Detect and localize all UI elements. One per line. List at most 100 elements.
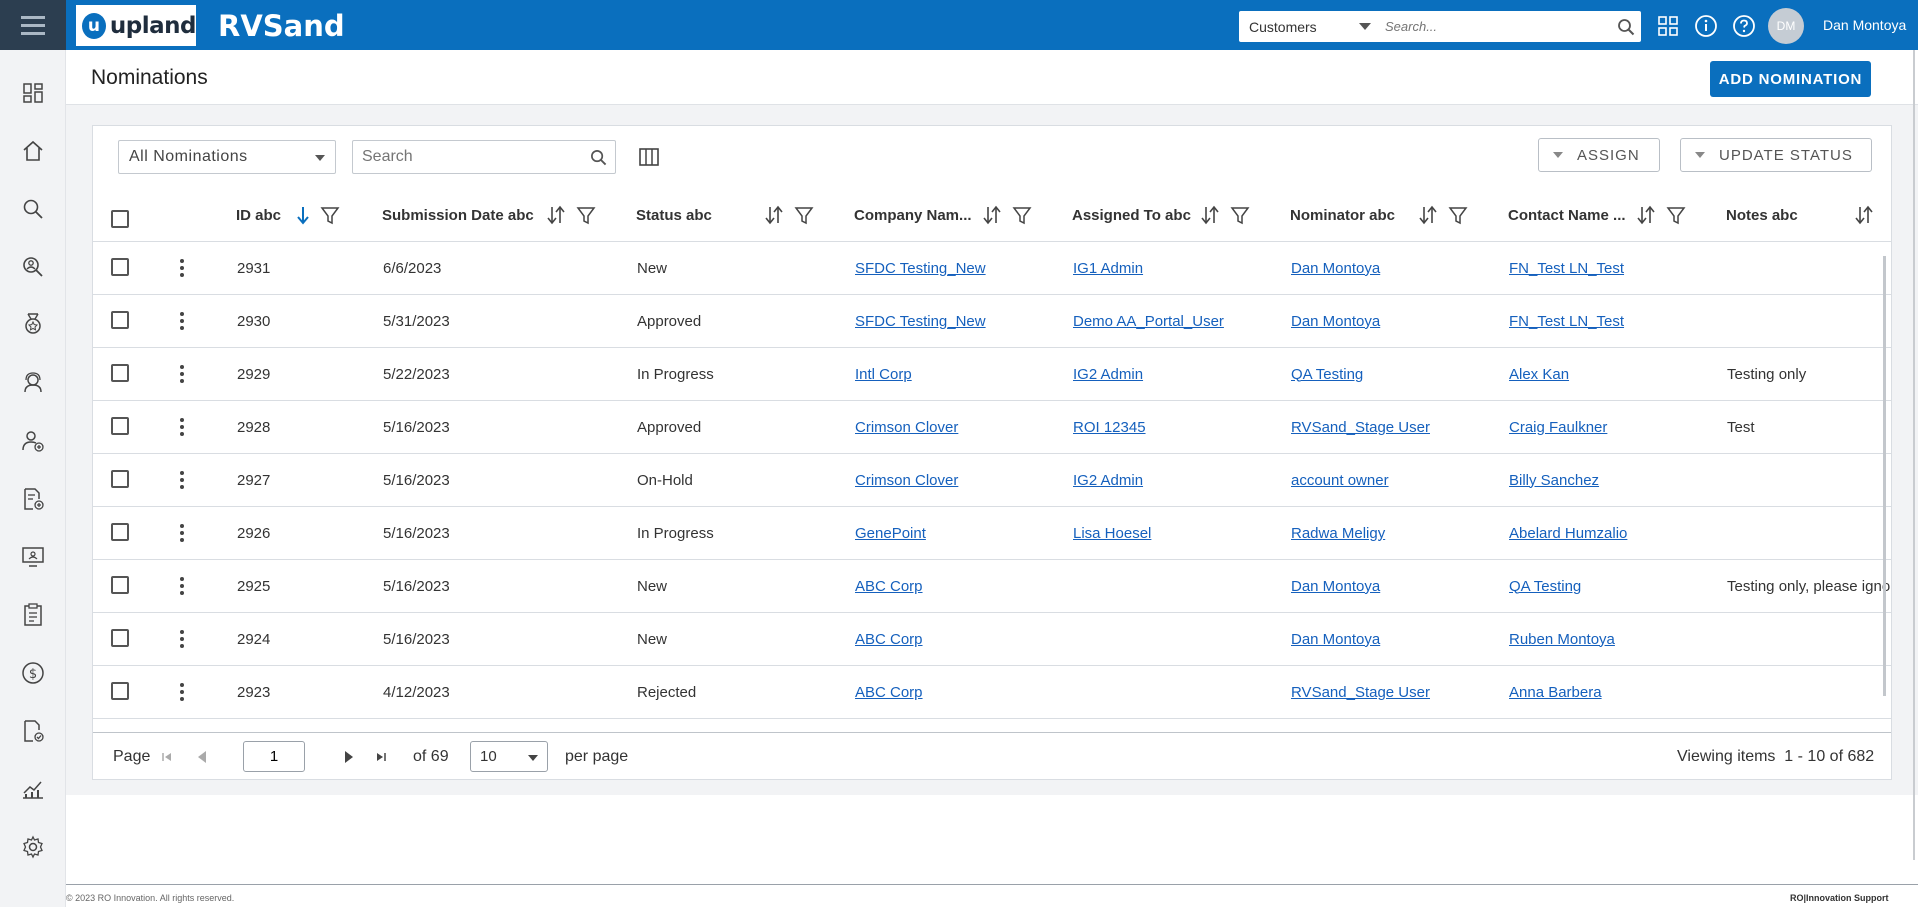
cell-nominator-link[interactable]: RVSand_Stage User: [1291, 419, 1430, 436]
filter-icon[interactable]: [794, 205, 814, 230]
search-scope-select[interactable]: Customers: [1239, 11, 1381, 42]
row-checkbox[interactable]: [111, 364, 129, 382]
search-icon[interactable]: [20, 196, 46, 222]
settings-gear-icon[interactable]: [20, 834, 46, 860]
cell-contact-link[interactable]: Craig Faulkner: [1509, 419, 1607, 436]
cell-contact-link[interactable]: Alex Kan: [1509, 366, 1569, 383]
filter-icon[interactable]: [320, 205, 340, 230]
column-header-notes[interactable]: Notes abc: [1726, 188, 1798, 242]
cell-nominator-link[interactable]: Radwa Meligy: [1291, 525, 1385, 542]
user-name[interactable]: Dan Montoya: [1823, 17, 1906, 33]
filter-icon[interactable]: [1230, 205, 1250, 230]
cell-company-link[interactable]: ABC Corp: [855, 578, 923, 595]
info-icon[interactable]: [1692, 12, 1720, 40]
grid-scrollbar[interactable]: [1883, 256, 1886, 696]
cell-nominator-link[interactable]: account owner: [1291, 472, 1389, 489]
column-header-nominator[interactable]: Nominator abc: [1290, 188, 1395, 242]
table-row[interactable]: 2930 5/31/2023 Approved SFDC Testing_New Dem…: [93, 295, 1891, 348]
cell-contact-link[interactable]: Billy Sanchez: [1509, 472, 1599, 489]
sort-icon[interactable]: [982, 205, 1002, 230]
page-scrollbar[interactable]: [1913, 50, 1915, 860]
cell-assigned-to-link[interactable]: IG2 Admin: [1073, 472, 1143, 489]
sort-descending-icon[interactable]: [296, 205, 310, 230]
column-header-submission-date[interactable]: Submission Date abc: [382, 188, 534, 242]
dashboard-icon[interactable]: [20, 80, 46, 106]
search-user-icon[interactable]: [20, 254, 46, 280]
filter-icon[interactable]: [576, 205, 596, 230]
cell-contact-link[interactable]: Abelard Humzalio: [1509, 525, 1627, 542]
table-row[interactable]: 2931 6/6/2023 New SFDC Testing_New IG1 Admin…: [93, 242, 1891, 295]
row-checkbox[interactable]: [111, 682, 129, 700]
row-checkbox[interactable]: [111, 470, 129, 488]
table-row[interactable]: 2929 5/22/2023 In Progress Intl Corp IG2 Adm…: [93, 348, 1891, 401]
cell-nominator-link[interactable]: Dan Montoya: [1291, 260, 1380, 277]
cell-nominator-link[interactable]: Dan Montoya: [1291, 313, 1380, 330]
row-actions-kebab-icon[interactable]: [176, 309, 188, 333]
dollar-icon[interactable]: $: [20, 660, 46, 686]
checklist-icon[interactable]: [20, 602, 46, 628]
table-row[interactable]: 2928 5/16/2023 Approved Crimson Clover ROI 1…: [93, 401, 1891, 454]
cell-assigned-to-link[interactable]: IG2 Admin: [1073, 366, 1143, 383]
filter-icon[interactable]: [1012, 205, 1032, 230]
assign-button[interactable]: ASSIGN: [1538, 138, 1660, 172]
search-icon[interactable]: [581, 149, 615, 166]
filter-icon[interactable]: [1448, 205, 1468, 230]
support-link[interactable]: RO|Innovation Support: [1790, 893, 1889, 903]
cell-company-link[interactable]: SFDC Testing_New: [855, 260, 986, 277]
filter-icon[interactable]: [1666, 205, 1686, 230]
table-row[interactable]: 2925 5/16/2023 New ABC Corp Dan Montoya QA Te…: [93, 560, 1891, 613]
cell-nominator-link[interactable]: QA Testing: [1291, 366, 1363, 383]
nomination-filter-select[interactable]: All Nominations: [118, 140, 336, 174]
first-page-icon[interactable]: [161, 733, 173, 781]
presentation-icon[interactable]: [20, 544, 46, 570]
column-chooser-icon[interactable]: [634, 142, 664, 172]
column-header-contact-name[interactable]: Contact Name ...: [1508, 188, 1626, 242]
add-user-icon[interactable]: [20, 428, 46, 454]
row-actions-kebab-icon[interactable]: [176, 415, 188, 439]
sort-icon[interactable]: [1418, 205, 1438, 230]
grid-search-input[interactable]: [353, 148, 581, 166]
last-page-icon[interactable]: [375, 733, 387, 781]
row-checkbox[interactable]: [111, 629, 129, 647]
global-search-input[interactable]: [1381, 11, 1611, 42]
row-checkbox[interactable]: [111, 258, 129, 276]
cell-assigned-to-link[interactable]: IG1 Admin: [1073, 260, 1143, 277]
row-actions-kebab-icon[interactable]: [176, 680, 188, 704]
upland-logo[interactable]: u upland: [76, 5, 197, 46]
sort-icon[interactable]: [1200, 205, 1220, 230]
cell-company-link[interactable]: Crimson Clover: [855, 472, 958, 489]
cell-nominator-link[interactable]: Dan Montoya: [1291, 631, 1380, 648]
row-actions-kebab-icon[interactable]: [176, 468, 188, 492]
analytics-chart-icon[interactable]: [20, 776, 46, 802]
cell-assigned-to-link[interactable]: Lisa Hoesel: [1073, 525, 1151, 542]
column-header-assigned-to[interactable]: Assigned To abc: [1072, 188, 1191, 242]
row-actions-kebab-icon[interactable]: [176, 256, 188, 280]
table-row[interactable]: 2926 5/16/2023 In Progress GenePoint Lisa Ho…: [93, 507, 1891, 560]
column-header-company[interactable]: Company Nam...: [854, 188, 972, 242]
cell-company-link[interactable]: Intl Corp: [855, 366, 912, 383]
avatar[interactable]: DM: [1768, 8, 1804, 44]
award-icon[interactable]: [20, 312, 46, 338]
update-status-button[interactable]: UPDATE STATUS: [1680, 138, 1872, 172]
cell-nominator-link[interactable]: RVSand_Stage User: [1291, 684, 1430, 701]
cell-company-link[interactable]: ABC Corp: [855, 684, 923, 701]
cell-contact-link[interactable]: FN_Test LN_Test: [1509, 313, 1624, 330]
cell-assigned-to-link[interactable]: Demo AA_Portal_User: [1073, 313, 1224, 330]
add-document-icon[interactable]: [20, 486, 46, 512]
cell-contact-link[interactable]: Anna Barbera: [1509, 684, 1602, 701]
row-actions-kebab-icon[interactable]: [176, 627, 188, 651]
sort-icon[interactable]: [546, 205, 566, 230]
table-row[interactable]: 2923 4/12/2023 Rejected ABC Corp RVSand_Stag…: [93, 666, 1891, 719]
add-nomination-button[interactable]: ADD NOMINATION: [1710, 61, 1871, 97]
support-agent-icon[interactable]: [20, 370, 46, 396]
cell-company-link[interactable]: Crimson Clover: [855, 419, 958, 436]
row-checkbox[interactable]: [111, 523, 129, 541]
page-size-select[interactable]: 10: [470, 741, 548, 772]
current-page-input[interactable]: [243, 741, 305, 772]
select-all-checkbox[interactable]: [111, 210, 129, 228]
cell-contact-link[interactable]: FN_Test LN_Test: [1509, 260, 1624, 277]
column-header-status[interactable]: Status abc: [636, 188, 712, 242]
cell-nominator-link[interactable]: Dan Montoya: [1291, 578, 1380, 595]
home-icon[interactable]: [20, 138, 46, 164]
next-page-icon[interactable]: [343, 733, 355, 781]
